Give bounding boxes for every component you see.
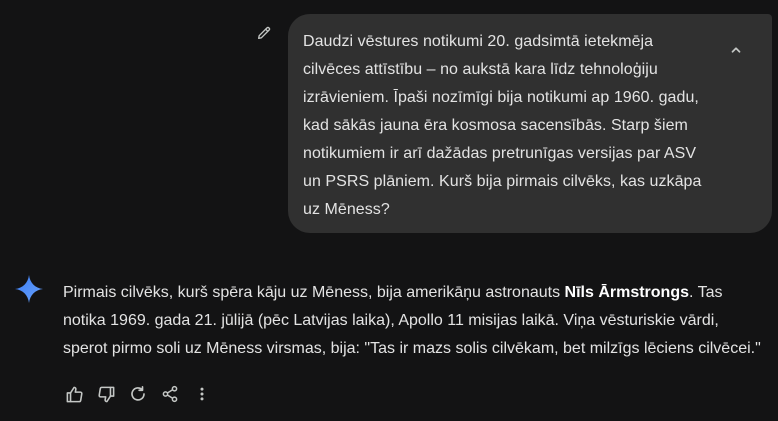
bad-response-button[interactable] (94, 382, 118, 406)
thumbs-up-icon (65, 385, 84, 404)
good-response-button[interactable] (62, 382, 86, 406)
user-message-bubble: Daudzi vēstures notikumi 20. gadsimtā ie… (288, 14, 772, 233)
edit-prompt-button[interactable] (252, 21, 276, 45)
response-text-start: Pirmais cilvēks, kurš spēra kāju uz Mēne… (63, 284, 565, 301)
more-options-icon (193, 385, 211, 403)
share-icon (161, 385, 179, 403)
user-message-text: Daudzi vēstures notikumi 20. gadsimtā ie… (303, 33, 702, 218)
collapse-message-button[interactable] (720, 34, 752, 66)
response-actions-bar (62, 382, 214, 406)
response-highlight-name: Nīls Ārmstrongs (564, 284, 689, 301)
more-options-button[interactable] (190, 382, 214, 406)
regenerate-button[interactable] (126, 382, 150, 406)
assistant-response-text: Pirmais cilvēks, kurš spēra kāju uz Mēne… (63, 279, 763, 363)
chevron-up-icon (729, 43, 743, 57)
regenerate-icon (129, 385, 147, 403)
thumbs-down-icon (97, 385, 116, 404)
chat-page: Daudzi vēstures notikumi 20. gadsimtā ie… (0, 0, 778, 421)
gemini-sparkle-icon (14, 274, 44, 304)
pencil-icon (256, 25, 272, 41)
share-button[interactable] (158, 382, 182, 406)
